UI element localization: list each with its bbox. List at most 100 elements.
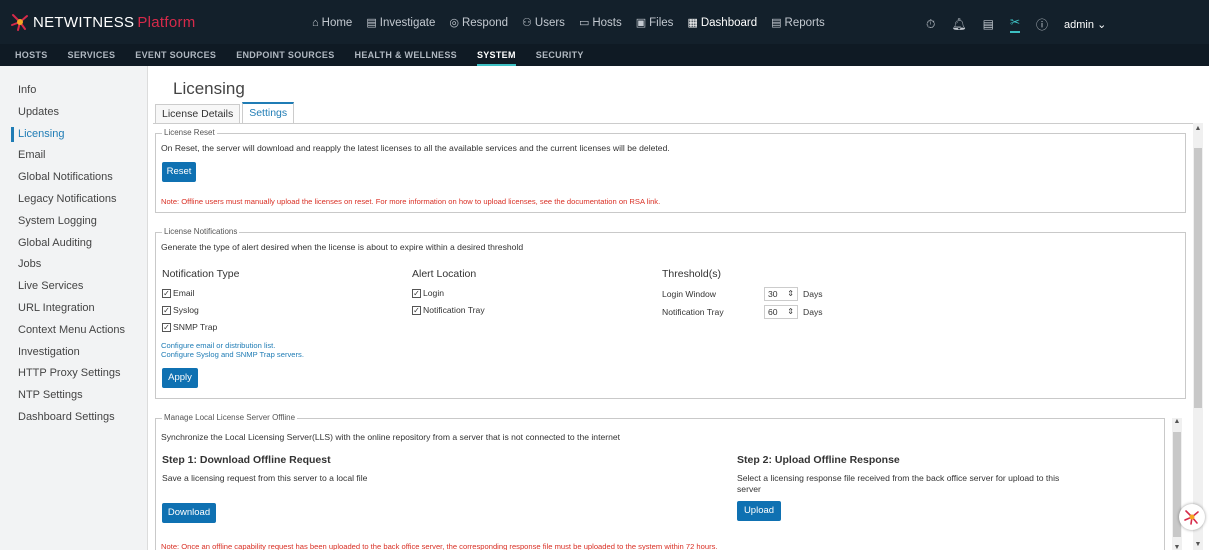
nav-reports[interactable]: ▤ Reports bbox=[771, 16, 825, 30]
sidebar-item-global-notifications[interactable]: Global Notifications bbox=[0, 167, 147, 189]
sidebar-item-http-proxy-settings[interactable]: HTTP Proxy Settings bbox=[0, 363, 147, 385]
scroll-up-icon[interactable]: ▲ bbox=[1193, 125, 1203, 132]
notification-type-heading: Notification Type bbox=[162, 268, 240, 280]
brand-logo[interactable]: NETWITNESS Platform bbox=[10, 10, 196, 34]
help-icon[interactable]: ⓘ bbox=[1036, 16, 1048, 33]
nav-files[interactable]: ▣ Files bbox=[636, 16, 674, 30]
subnav-event-sources[interactable]: EVENT SOURCES bbox=[135, 44, 216, 66]
sidebar-item-email[interactable]: Email bbox=[0, 145, 147, 167]
nav-home[interactable]: ⌂ Home bbox=[312, 16, 352, 29]
upload-button[interactable]: Upload bbox=[737, 501, 781, 521]
tab-settings[interactable]: Settings bbox=[242, 102, 295, 123]
nav-label: Respond bbox=[461, 16, 509, 29]
user-menu[interactable]: admin ⌄ bbox=[1064, 18, 1106, 31]
subnav-hosts[interactable]: HOSTS bbox=[15, 44, 48, 66]
main-content: Licensing License Details Settings Licen… bbox=[148, 66, 1209, 550]
notification-tray-checkbox[interactable]: ✓ Notification Tray bbox=[412, 305, 485, 315]
notification-tray-stepper[interactable]: 60 ⇕ bbox=[764, 305, 798, 319]
nav-label: Home bbox=[321, 16, 353, 29]
sidebar: Info Updates Licensing Email Global Noti… bbox=[0, 66, 148, 550]
nav-hosts[interactable]: ▭ Hosts bbox=[578, 16, 622, 30]
sidebar-item-live-services[interactable]: Live Services bbox=[0, 276, 147, 298]
syslog-checkbox[interactable]: ✓ Syslog bbox=[162, 305, 199, 315]
tab-license-details[interactable]: License Details bbox=[155, 104, 241, 123]
checkbox-label: Syslog bbox=[173, 305, 199, 315]
nav-users[interactable]: ⚇ Users bbox=[522, 16, 565, 30]
nav-label: Users bbox=[534, 16, 565, 29]
sub-nav: HOSTS SERVICES EVENT SOURCES ENDPOINT SO… bbox=[0, 44, 1209, 66]
brand-name: NETWITNESS bbox=[33, 13, 135, 31]
user-name: admin bbox=[1064, 18, 1094, 31]
subnav-system[interactable]: SYSTEM bbox=[476, 44, 516, 66]
scroll-down-icon[interactable]: ▼ bbox=[1193, 541, 1203, 548]
top-bar: NETWITNESS Platform ⌂ Home ▤ Investigate ◎ R… bbox=[0, 0, 1209, 44]
admin-tools-icon[interactable]: ✂ bbox=[1009, 15, 1021, 33]
users-icon: ⚇ bbox=[522, 17, 532, 29]
days-unit: Days bbox=[803, 289, 823, 299]
step1-title: Step 1: Download Offline Request bbox=[162, 454, 331, 466]
subnav-endpoint-sources[interactable]: ENDPOINT SOURCES bbox=[236, 44, 334, 66]
apply-button[interactable]: Apply bbox=[162, 368, 198, 388]
sidebar-item-url-integration[interactable]: URL Integration bbox=[0, 298, 147, 320]
lls-offline-section: Manage Local License Server Offline Sync… bbox=[155, 413, 1165, 550]
hosts-icon: ▭ bbox=[578, 17, 590, 29]
checkbox-label: Login bbox=[423, 288, 445, 298]
lls-scrollbar[interactable]: ▲ ▼ bbox=[1172, 418, 1182, 550]
reset-note: Note: Offline users must manually upload… bbox=[161, 197, 661, 206]
login-checkbox[interactable]: ✓ Login bbox=[412, 288, 444, 298]
nav-investigate[interactable]: ▤ Investigate bbox=[366, 16, 436, 30]
page-title: Licensing bbox=[173, 79, 245, 98]
subnav-services[interactable]: SERVICES bbox=[68, 44, 116, 66]
nav-label: Files bbox=[649, 16, 674, 29]
scrollbar-thumb[interactable] bbox=[1194, 148, 1202, 408]
sidebar-item-context-menu-actions[interactable]: Context Menu Actions bbox=[0, 320, 147, 342]
subnav-security[interactable]: SECURITY bbox=[536, 44, 584, 66]
configure-syslog-snmp-link[interactable]: Configure Syslog and SNMP Trap servers. bbox=[161, 350, 304, 359]
bell-icon[interactable]: 🔔︎ bbox=[951, 17, 966, 31]
home-icon: ⌂ bbox=[312, 16, 319, 29]
timer-icon[interactable]: ⏱ bbox=[926, 17, 935, 32]
main-nav: ⌂ Home ▤ Investigate ◎ Respond ⚇ Users ▭ Host… bbox=[312, 16, 825, 30]
notification-tray-label: Notification Tray bbox=[662, 307, 724, 317]
checkbox-label: SNMP Trap bbox=[173, 322, 218, 332]
login-window-stepper[interactable]: 30 ⇕ bbox=[764, 287, 798, 301]
page-scrollbar[interactable]: ▲ ▼ bbox=[1193, 123, 1203, 550]
login-window-label: Login Window bbox=[662, 289, 716, 299]
sidebar-item-dashboard-settings[interactable]: Dashboard Settings bbox=[0, 407, 147, 429]
checkbox-checked-icon: ✓ bbox=[412, 288, 421, 298]
lls-description: Synchronize the Local Licensing Server(L… bbox=[161, 432, 621, 442]
assistant-launcher[interactable] bbox=[1179, 504, 1205, 530]
subnav-health-wellness[interactable]: HEALTH & WELLNESS bbox=[355, 44, 457, 66]
sidebar-item-legacy-notifications[interactable]: Legacy Notifications bbox=[0, 189, 147, 211]
sidebar-item-jobs[interactable]: Jobs bbox=[0, 254, 147, 276]
reset-description: On Reset, the server will download and r… bbox=[161, 143, 670, 153]
section-legend: License Notifications bbox=[162, 227, 240, 236]
sidebar-item-global-auditing[interactable]: Global Auditing bbox=[0, 233, 147, 255]
license-reset-section: License Reset On Reset, the server will … bbox=[155, 128, 1186, 213]
sidebar-item-updates[interactable]: Updates bbox=[0, 102, 147, 124]
stepper-value: 30 bbox=[768, 289, 778, 299]
console-icon[interactable]: ▤ bbox=[983, 17, 994, 31]
scroll-up-icon[interactable]: ▲ bbox=[1172, 418, 1182, 425]
thresholds-heading: Threshold(s) bbox=[662, 268, 721, 280]
nav-label: Investigate bbox=[379, 16, 436, 29]
sidebar-item-licensing[interactable]: Licensing bbox=[0, 124, 147, 146]
email-checkbox[interactable]: ✓ Email bbox=[162, 288, 195, 298]
brand-platform: Platform bbox=[137, 13, 196, 31]
nav-label: Dashboard bbox=[700, 16, 758, 29]
checkbox-checked-icon: ✓ bbox=[162, 322, 171, 332]
configure-email-link[interactable]: Configure email or distribution list. bbox=[161, 341, 275, 350]
reset-button[interactable]: Reset bbox=[162, 162, 196, 182]
sidebar-item-system-logging[interactable]: System Logging bbox=[0, 211, 147, 233]
sidebar-item-info[interactable]: Info bbox=[0, 80, 147, 102]
sidebar-item-ntp-settings[interactable]: NTP Settings bbox=[0, 385, 147, 407]
alert-location-heading: Alert Location bbox=[412, 268, 477, 280]
scroll-down-icon[interactable]: ▼ bbox=[1172, 544, 1182, 550]
snmp-trap-checkbox[interactable]: ✓ SNMP Trap bbox=[162, 322, 217, 332]
step2-title: Step 2: Upload Offline Response bbox=[737, 454, 900, 466]
sidebar-item-investigation[interactable]: Investigation bbox=[0, 342, 147, 364]
nav-dashboard[interactable]: ▦ Dashboard bbox=[687, 16, 758, 30]
download-button[interactable]: Download bbox=[162, 503, 216, 523]
nav-respond[interactable]: ◎ Respond bbox=[449, 16, 509, 30]
reports-icon: ▤ bbox=[771, 17, 782, 29]
